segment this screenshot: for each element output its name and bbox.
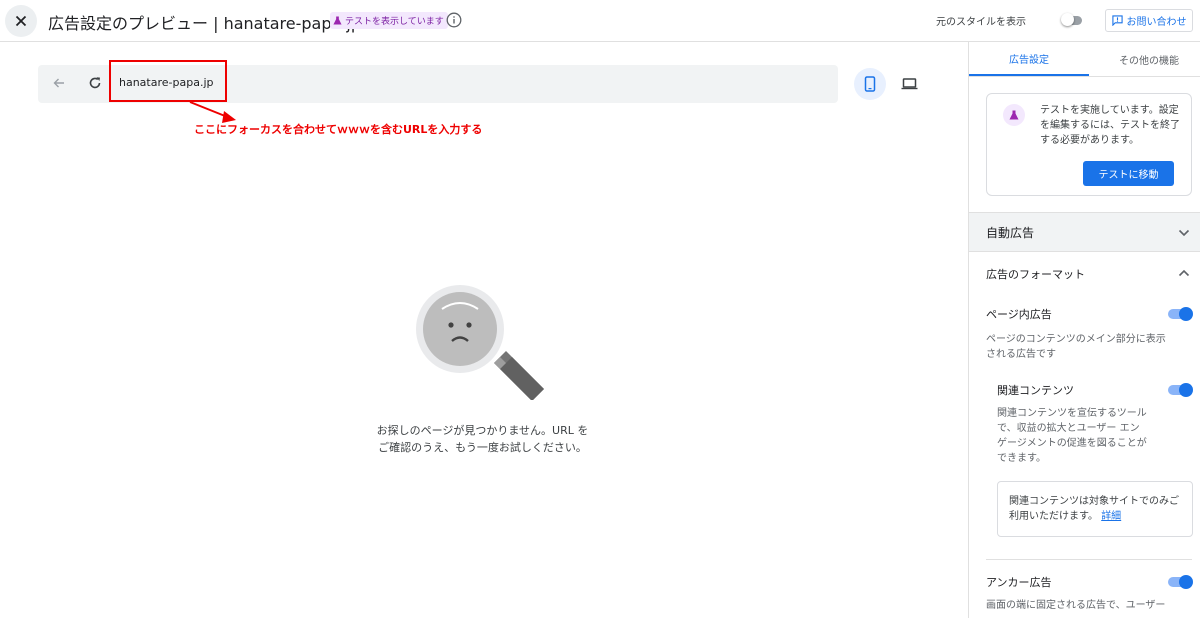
contact-label: お問い合わせ [1126, 17, 1187, 28]
close-icon [15, 15, 27, 27]
top-bar: 広告設定のプレビュー | hanatare-papa.jp テストを表示していま… [0, 0, 1200, 42]
not-found-message: お探しのページが見つかりません。URL を ご確認のうえ、もう一度お試しください… [370, 422, 595, 456]
original-style-toggle[interactable] [1061, 13, 1083, 26]
in-page-ads-desc: ページのコンテンツのメイン部分に表示される広告です [986, 334, 1166, 360]
auto-ads-section[interactable]: 自動広告 [969, 212, 1200, 252]
test-status-badge: テストを表示しています [330, 12, 448, 29]
test-card-icon [1003, 104, 1025, 126]
page-title: 広告設定のプレビュー | hanatare-papa.jp [48, 14, 361, 33]
contact-button[interactable]: お問い合わせ [1105, 9, 1193, 32]
not-found-magnifier-icon [416, 285, 544, 400]
mobile-view-button[interactable] [854, 68, 886, 100]
not-found-line-1: お探しのページが見つかりません。URL を [376, 424, 589, 437]
flask-icon [1009, 110, 1019, 120]
not-found-line-2: ご確認のうえ、もう一度お試しください。 [378, 441, 587, 454]
desktop-icon [901, 78, 917, 90]
test-info-card: テストを実施しています。設定を編集するには、テストを終了する必要があります。 テ… [986, 93, 1192, 196]
back-arrow-icon[interactable] [52, 76, 66, 90]
section-divider [986, 559, 1192, 560]
chevron-down-icon[interactable] [1178, 227, 1190, 239]
anchor-ads-label: アンカー広告 [986, 576, 1052, 589]
anchor-ads-toggle[interactable] [1168, 575, 1193, 589]
details-link[interactable]: 詳細 [1101, 511, 1121, 522]
in-page-ads-toggle[interactable] [1168, 307, 1193, 321]
tab-other-features[interactable]: その他の機能 [1089, 42, 1200, 76]
annotation-text: ここにフォーカスを合わせてｗｗｗを含むURLを入力する [194, 123, 483, 136]
ad-formats-label: 広告のフォーマット [986, 268, 1085, 281]
related-content-toggle[interactable] [1168, 383, 1193, 397]
tab-divider [969, 76, 1200, 77]
related-note-body: 関連コンテンツは対象サイトでのみご利用いただけます。 [1009, 496, 1179, 522]
related-content-note: 関連コンテンツは対象サイトでのみご利用いただけます。 詳細 [997, 481, 1193, 537]
feedback-icon [1111, 15, 1123, 26]
desktop-view-button[interactable] [897, 68, 921, 100]
reload-icon[interactable] [88, 76, 102, 90]
auto-ads-label: 自動広告 [986, 226, 1035, 240]
related-content-label: 関連コンテンツ [997, 384, 1074, 397]
settings-panel: 広告設定 その他の機能 テストを実施しています。設定を編集するには、テストを終了… [968, 42, 1200, 618]
in-page-ads-label: ページ内広告 [986, 308, 1052, 321]
go-to-test-button[interactable]: テストに移動 [1083, 161, 1174, 186]
info-icon[interactable] [446, 12, 462, 28]
tab-ad-settings[interactable]: 広告設定 [969, 42, 1089, 76]
test-badge-label: テストを表示しています [345, 17, 444, 27]
related-note-text: 関連コンテンツは対象サイトでのみご利用いただけます。 詳細 [1009, 494, 1185, 524]
related-content-desc: 関連コンテンツを宣伝するツールで、収益の拡大とユーザー エンゲージメントの促進を… [997, 408, 1147, 464]
test-card-text: テストを実施しています。設定を編集するには、テストを終了する必要があります。 [1040, 105, 1180, 146]
original-style-label: 元のスタイルを表示 [936, 17, 1026, 28]
close-button[interactable] [5, 5, 37, 37]
chevron-up-icon[interactable] [1178, 267, 1190, 279]
flask-icon [333, 16, 342, 25]
mobile-icon [864, 76, 876, 92]
anchor-ads-desc: 画面の端に固定される広告で、ユーザー [986, 600, 1166, 611]
